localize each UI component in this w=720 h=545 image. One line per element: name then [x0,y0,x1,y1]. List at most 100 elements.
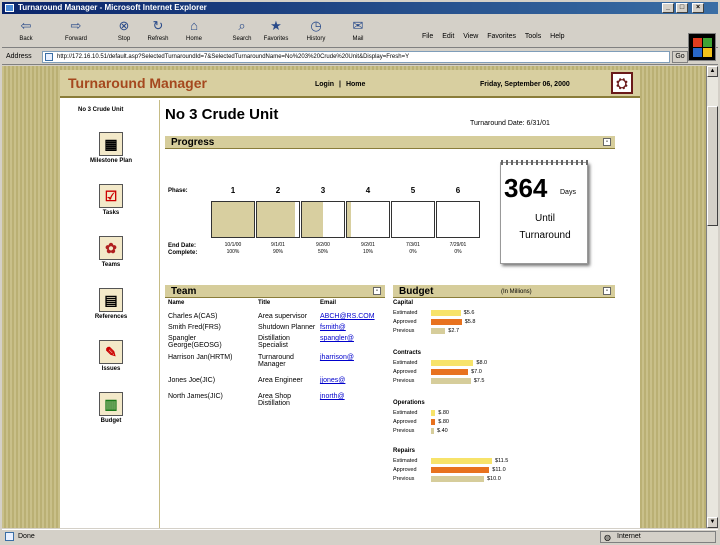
phase-complete: 10% [362,249,373,255]
nav-milestone-plan[interactable]: ▦ Milestone Plan [80,132,142,164]
col-title: Title [258,300,271,306]
phase-label: Phase: [168,188,188,194]
menu-tools[interactable]: Tools [525,33,541,40]
budget-group-label: Contracts [393,350,422,356]
budget-row: Previous $7.5 [393,377,593,385]
phase-end-date: 7/3/01 [406,242,420,248]
address-input[interactable]: http://172.16.10.51/default.asp?Selected… [42,51,670,63]
phase-end-date: 9/2/01 [361,242,375,248]
budget-row-label: Estimated [393,458,418,464]
go-button[interactable]: Go [672,51,688,63]
header-date: Friday, September 06, 2000 [480,81,570,88]
complete-label: Complete: [168,250,198,256]
budget-row-label: Previous [393,476,415,482]
budget-bar [431,428,434,434]
member-name: Charles A(CAS) [168,313,218,320]
phase-dates: 10/1/00 100% [211,242,255,256]
forward-arrow-icon: ⇨ [70,18,82,33]
budget-value: $.80 [438,410,449,416]
budget-row-label: Previous [393,378,415,384]
login-link[interactable]: Login [315,81,334,88]
collapse-icon[interactable]: - [603,138,611,146]
mail-button[interactable]: ✉ Mail [342,17,374,42]
stop-button[interactable]: ⊗ Stop [108,17,140,42]
phase-progress-box[interactable] [301,201,345,238]
phase-dates: 7/29/01 0% [436,242,480,256]
member-email-link[interactable]: jharrison@ [320,354,380,361]
countdown-calendar: 364 Days Until Turnaround [500,160,589,264]
budget-row-label: Estimated [393,310,418,316]
budget-row: Approved $7.0 [393,368,593,376]
app-page: Turnaround Manager Login | Home Friday, … [60,70,640,528]
phase-dates: 7/3/01 0% [391,242,435,256]
collapse-icon[interactable]: - [603,287,611,295]
collapse-icon[interactable]: - [373,287,381,295]
budget-bar [431,419,436,425]
search-button[interactable]: ⌕ Search [226,17,258,42]
browser-window: Turnaround Manager - Microsoft Internet … [0,0,720,545]
budget-chart: Capital Estimated $5.6 Approved $5.8 Previous… [393,300,615,524]
home-icon: ⌂ [190,18,198,33]
member-name: Jones Joe(JIC) [168,377,216,384]
scroll-down-arrow-icon[interactable]: ▼ [707,517,718,528]
phase-dates: 9/2/00 50% [301,242,345,256]
phase-progress-box[interactable] [391,201,435,238]
budget-bar [431,328,446,334]
nav-budget[interactable]: ▥ Budget [80,392,142,424]
phase-progress-box[interactable] [436,201,480,238]
scroll-thumb[interactable] [707,106,718,226]
member-email-link[interactable]: spangler@ [320,335,380,342]
nav-tasks[interactable]: ☑ Tasks [80,184,142,216]
end-date-label: End Date: [168,243,197,249]
phase-complete: 100% [226,249,240,255]
menu-edit[interactable]: Edit [442,33,454,40]
budget-value: $2.7 [448,328,460,334]
menu-view[interactable]: View [463,33,478,40]
menu-help[interactable]: Help [550,33,564,40]
budget-value: $7.5 [473,378,485,384]
favorites-button[interactable]: ★ Favorites [260,17,292,42]
member-email-link[interactable]: fsmith@ [320,324,380,331]
budget-row: Previous $10.0 [393,475,593,483]
refresh-button[interactable]: ↻ Refresh [142,17,174,42]
status-bar: Done ◍ Internet [2,529,718,543]
page-icon [45,53,53,61]
budget-row: Estimated $.80 [393,409,593,417]
budget-row: Estimated $5.6 [393,309,593,317]
stop-icon: ⊗ [118,18,130,33]
phase-number: 1 [230,186,236,195]
menu-file[interactable]: File [422,33,433,40]
nav-references[interactable]: ▤ References [80,288,142,320]
calendar-icon: ▦ [99,132,123,156]
forward-button[interactable]: ⇨ Forward [60,17,92,42]
scroll-up-arrow-icon[interactable]: ▲ [707,66,718,77]
status-zone: ◍ Internet [600,531,716,543]
member-email-link[interactable]: jjones@ [320,377,380,384]
budget-bar [431,310,461,316]
history-button[interactable]: ◷ History [300,17,332,42]
phase-progress-box[interactable] [211,201,255,238]
phase-progress-box[interactable] [346,201,390,238]
link-separator: | [339,81,341,88]
close-button[interactable]: × [692,3,704,13]
vertical-scrollbar[interactable]: ▲ ▼ [706,66,718,528]
budget-value: $11.5 [494,458,509,464]
app-logo-icon[interactable]: ⛭ [611,72,633,94]
nav-teams[interactable]: ✿ Teams [80,236,142,268]
budget-header: Budget (In Millions) - [393,285,615,298]
app-header: Turnaround Manager Login | Home Friday, … [60,70,640,98]
phase-progress-box[interactable] [256,201,300,238]
nav-issues[interactable]: ✎ Issues [80,340,142,372]
member-email-link[interactable]: jnorth@ [320,393,380,400]
status-page-icon [5,532,14,541]
home-button[interactable]: ⌂ Home [178,17,210,42]
maximize-button[interactable]: □ [676,3,688,13]
progress-header: Progress - [165,136,615,149]
member-email-link[interactable]: ABCH@RS.COM [320,313,380,320]
back-button[interactable]: ⇦ Back [10,17,42,42]
home-link[interactable]: Home [346,81,365,88]
menu-favorites[interactable]: Favorites [487,33,516,40]
phase-end-date: 10/1/00 [224,242,242,248]
minimize-button[interactable]: _ [662,3,674,13]
phase-number: 4 [365,186,371,195]
